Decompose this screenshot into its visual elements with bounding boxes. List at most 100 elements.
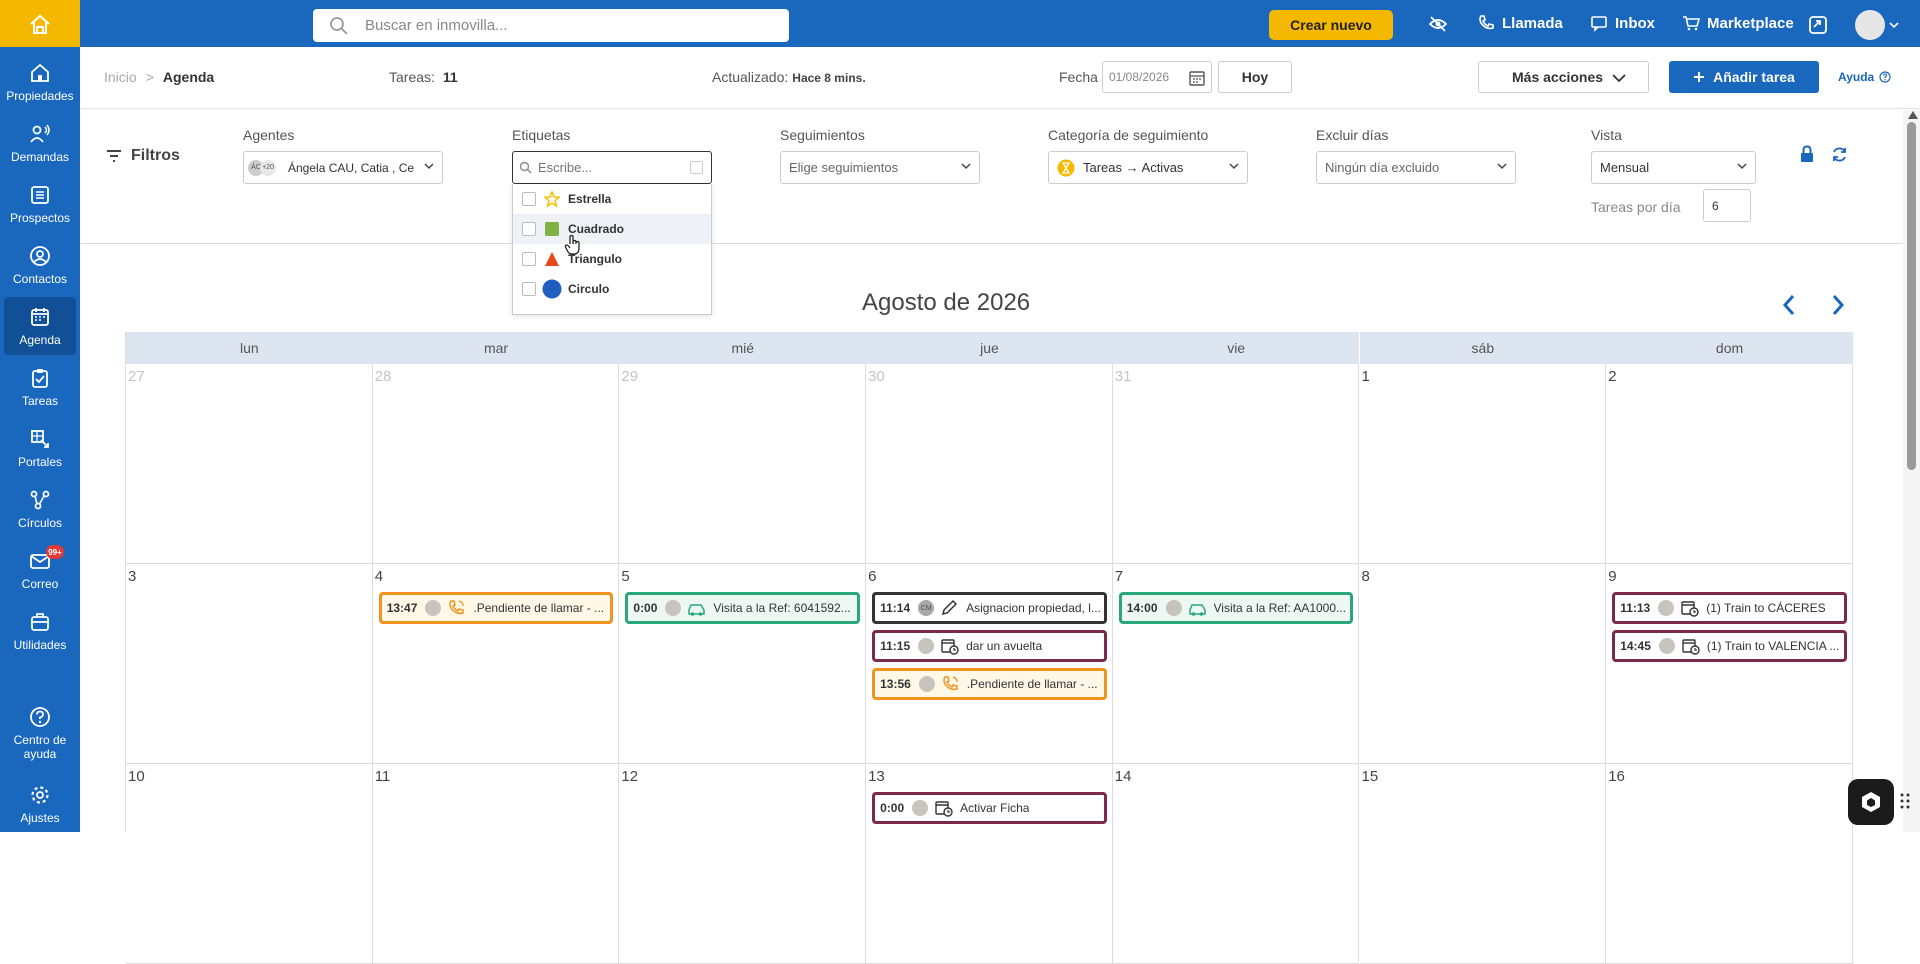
sidebar-item-label: Agenda <box>19 332 61 347</box>
day-cell[interactable]: 29 <box>619 364 867 564</box>
sidebar-item-contactos[interactable]: Contactos <box>0 236 80 294</box>
breadcrumb-home[interactable]: Inicio <box>104 69 137 85</box>
followups-select[interactable]: Elige seguimientos <box>780 151 980 184</box>
task-event[interactable]: 11:14 CM Asignacion propiedad, l... <box>872 592 1107 624</box>
day-cell[interactable]: 16 <box>1606 764 1853 964</box>
chevron-down-icon[interactable] <box>1889 21 1899 29</box>
day-cell[interactable]: 14 <box>1112 764 1360 964</box>
task-event[interactable]: 14:45 (1) Train to VALENCIA ... <box>1612 630 1847 662</box>
day-cell[interactable]: 30 <box>866 364 1113 564</box>
day-cell[interactable]: 2 <box>1606 364 1853 564</box>
sidebar-item-propiedades[interactable]: Propiedades <box>0 53 80 111</box>
tag-option-estrella[interactable]: Estrella <box>513 184 711 214</box>
task-assignee-avatar <box>918 676 935 692</box>
filters-toggle[interactable]: Filtros <box>106 147 180 165</box>
sync-icon[interactable] <box>1808 15 1828 35</box>
task-event[interactable]: 11:13 (1) Train to CÁCERES <box>1612 592 1847 624</box>
search-input[interactable] <box>365 17 765 34</box>
day-cell[interactable]: 1 <box>1359 364 1607 564</box>
tag-option-cuadrado[interactable]: Cuadrado <box>513 214 711 244</box>
more-actions-button[interactable]: Más acciones <box>1478 61 1649 93</box>
person-wave-icon <box>30 124 50 143</box>
day-cell[interactable]: 15 <box>1359 764 1607 964</box>
date-field[interactable]: 01/08/2026 <box>1102 61 1212 93</box>
floating-chat-button[interactable] <box>1848 779 1894 825</box>
hand-cursor-icon <box>564 234 580 255</box>
chevron-right-icon[interactable] <box>1831 294 1845 316</box>
day-cell[interactable]: 8 <box>1359 564 1607 764</box>
sidebar-item-label: Correo <box>21 576 59 591</box>
chevron-down-icon <box>961 163 971 170</box>
task-event[interactable]: 13:56 .Pendiente de llamar - ... <box>872 668 1107 700</box>
add-task-button[interactable]: Añadir tarea <box>1669 61 1819 93</box>
day-number: 27 <box>128 368 145 385</box>
sidebar-item-settings[interactable]: Ajustes <box>0 775 80 833</box>
tag-option-circulo[interactable]: Circulo <box>513 274 711 304</box>
nav-llamada[interactable]: Llamada <box>1477 14 1563 32</box>
task-event[interactable]: 14:00 Visita a la Ref: AA1000... <box>1118 592 1354 624</box>
task-event[interactable]: 11:15 dar un avuelta <box>872 630 1107 662</box>
create-new-button[interactable]: Crear nuevo <box>1269 10 1393 40</box>
task-event[interactable]: 0:00 Visita a la Ref: 6041592... <box>625 592 861 624</box>
exclude-days-label: Excluir días <box>1316 127 1389 143</box>
drag-handle-icon[interactable] <box>1900 792 1910 810</box>
sidebar-item-utilidades[interactable]: Utilidades <box>0 602 80 660</box>
user-avatar[interactable] <box>1855 10 1885 40</box>
help-circle-icon <box>1879 71 1891 83</box>
tags-search-input[interactable] <box>538 160 688 175</box>
today-button[interactable]: Hoy <box>1218 61 1292 93</box>
sidebar-item-tareas[interactable]: Tareas <box>0 358 80 416</box>
scroll-up-arrow[interactable] <box>1908 111 1918 119</box>
day-cell[interactable]: 10 <box>126 764 373 964</box>
task-time: 14:00 <box>1126 601 1158 615</box>
day-number: 28 <box>374 368 392 385</box>
tasks-per-day-label: Tareas por día <box>1591 199 1681 215</box>
search-bar[interactable] <box>313 9 789 42</box>
sidebar-item-circulos[interactable]: Círculos <box>0 480 80 538</box>
checkbox[interactable] <box>522 252 536 266</box>
day-cell[interactable]: 31 <box>1112 364 1360 564</box>
sidebar-item-correo[interactable]: Correo 99+ <box>0 541 80 599</box>
refresh-icon[interactable] <box>1831 146 1848 163</box>
sidebar-item-help-center[interactable]: Centro de ayuda <box>0 698 80 768</box>
sidebar-item-agenda[interactable]: Agenda <box>4 297 76 355</box>
scrollbar[interactable] <box>1903 110 1920 832</box>
chevron-down-icon <box>424 163 434 170</box>
portal-icon <box>31 429 49 448</box>
help-link[interactable]: Ayuda <box>1838 70 1891 84</box>
calendar-picker-icon[interactable] <box>1189 70 1205 86</box>
day-number: 4 <box>374 568 384 585</box>
sidebar-item-portales[interactable]: Portales <box>0 419 80 477</box>
select-all-checkbox[interactable] <box>690 161 703 174</box>
nav-inbox[interactable]: Inbox <box>1590 14 1655 32</box>
day-cell[interactable]: 27 <box>126 364 373 564</box>
task-time: 0:00 <box>633 601 658 615</box>
agents-select[interactable]: ÁC +20 Ángela CAU, Catia , Ce <box>243 151 443 184</box>
day-cell[interactable]: 28 <box>372 364 620 564</box>
chevron-left-icon[interactable] <box>1782 294 1796 316</box>
calendar-clock-icon <box>1682 639 1700 655</box>
view-select[interactable]: Mensual <box>1591 151 1756 184</box>
inmovilla-logo[interactable] <box>0 0 80 47</box>
checkbox[interactable] <box>522 222 536 236</box>
agents-count-badge: +20 <box>260 159 276 176</box>
scroll-thumb[interactable] <box>1907 122 1916 470</box>
nav-marketplace[interactable]: Marketplace <box>1682 14 1794 32</box>
day-cell[interactable]: 11 <box>372 764 620 964</box>
category-select[interactable]: Tareas → Activas <box>1048 151 1248 184</box>
tags-search-field[interactable] <box>512 151 712 184</box>
day-cell[interactable]: 3 <box>126 564 373 764</box>
day-cell[interactable]: 12 <box>619 764 867 964</box>
sidebar-item-prospectos[interactable]: Prospectos <box>0 175 80 233</box>
checkbox[interactable] <box>522 282 536 296</box>
gear-icon <box>31 785 49 804</box>
tasks-per-day-input[interactable]: 6 <box>1703 189 1751 222</box>
exclude-days-select[interactable]: Ningún día excluido <box>1316 151 1516 184</box>
sidebar-item-demandas[interactable]: Demandas <box>0 114 80 172</box>
task-event[interactable]: 0:00 Activar Ficha <box>872 792 1107 824</box>
tag-option-triangulo[interactable]: Triangulo <box>513 244 711 274</box>
eye-off-icon[interactable] <box>1428 15 1448 33</box>
lock-icon[interactable] <box>1799 145 1815 163</box>
checkbox[interactable] <box>522 192 536 206</box>
task-event[interactable]: 13:47 .Pendiente de llamar - ... <box>378 592 614 624</box>
